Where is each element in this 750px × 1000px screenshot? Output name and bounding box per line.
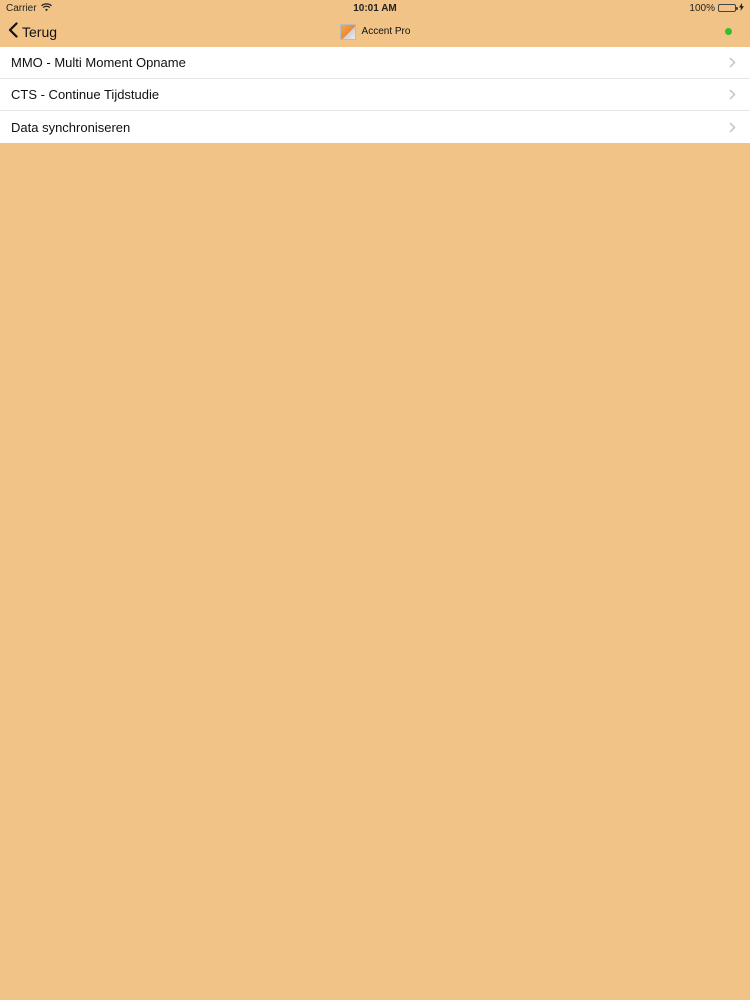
menu-item-mmo[interactable]: MMO - Multi Moment Opname <box>0 47 750 79</box>
page-title: Accent Pro <box>361 26 411 37</box>
menu-item-cts[interactable]: CTS - Continue Tijdstudie <box>0 79 750 111</box>
back-label: Terug <box>22 23 58 40</box>
menu-item-label: MMO - Multi Moment Opname <box>11 55 186 70</box>
chevron-left-icon <box>8 22 18 41</box>
app-logo-icon <box>339 23 356 40</box>
navigation-bar: Terug Accent Pro <box>0 16 750 47</box>
chevron-right-icon <box>728 57 736 69</box>
status-time: 10:01 AM <box>353 2 397 14</box>
status-left: Carrier <box>6 3 52 14</box>
status-bar: Carrier 10:01 AM 100% <box>0 0 750 16</box>
nav-title-group: Accent Pro <box>0 16 750 47</box>
carrier-label: Carrier <box>6 2 37 14</box>
battery-icon <box>718 4 738 12</box>
battery-percent: 100% <box>689 2 715 14</box>
connection-status-indicator <box>725 28 732 35</box>
chevron-right-icon <box>728 89 736 101</box>
menu-list: MMO - Multi Moment Opname CTS - Continue… <box>0 47 750 143</box>
status-right: 100% <box>689 2 744 14</box>
menu-item-data-sync[interactable]: Data synchroniseren <box>0 111 750 143</box>
back-button[interactable]: Terug <box>8 22 57 41</box>
menu-item-label: CTS - Continue Tijdstudie <box>11 87 160 102</box>
menu-item-label: Data synchroniseren <box>11 119 131 135</box>
charging-icon <box>739 2 744 14</box>
wifi-icon <box>40 2 52 14</box>
chevron-right-icon <box>728 121 736 133</box>
